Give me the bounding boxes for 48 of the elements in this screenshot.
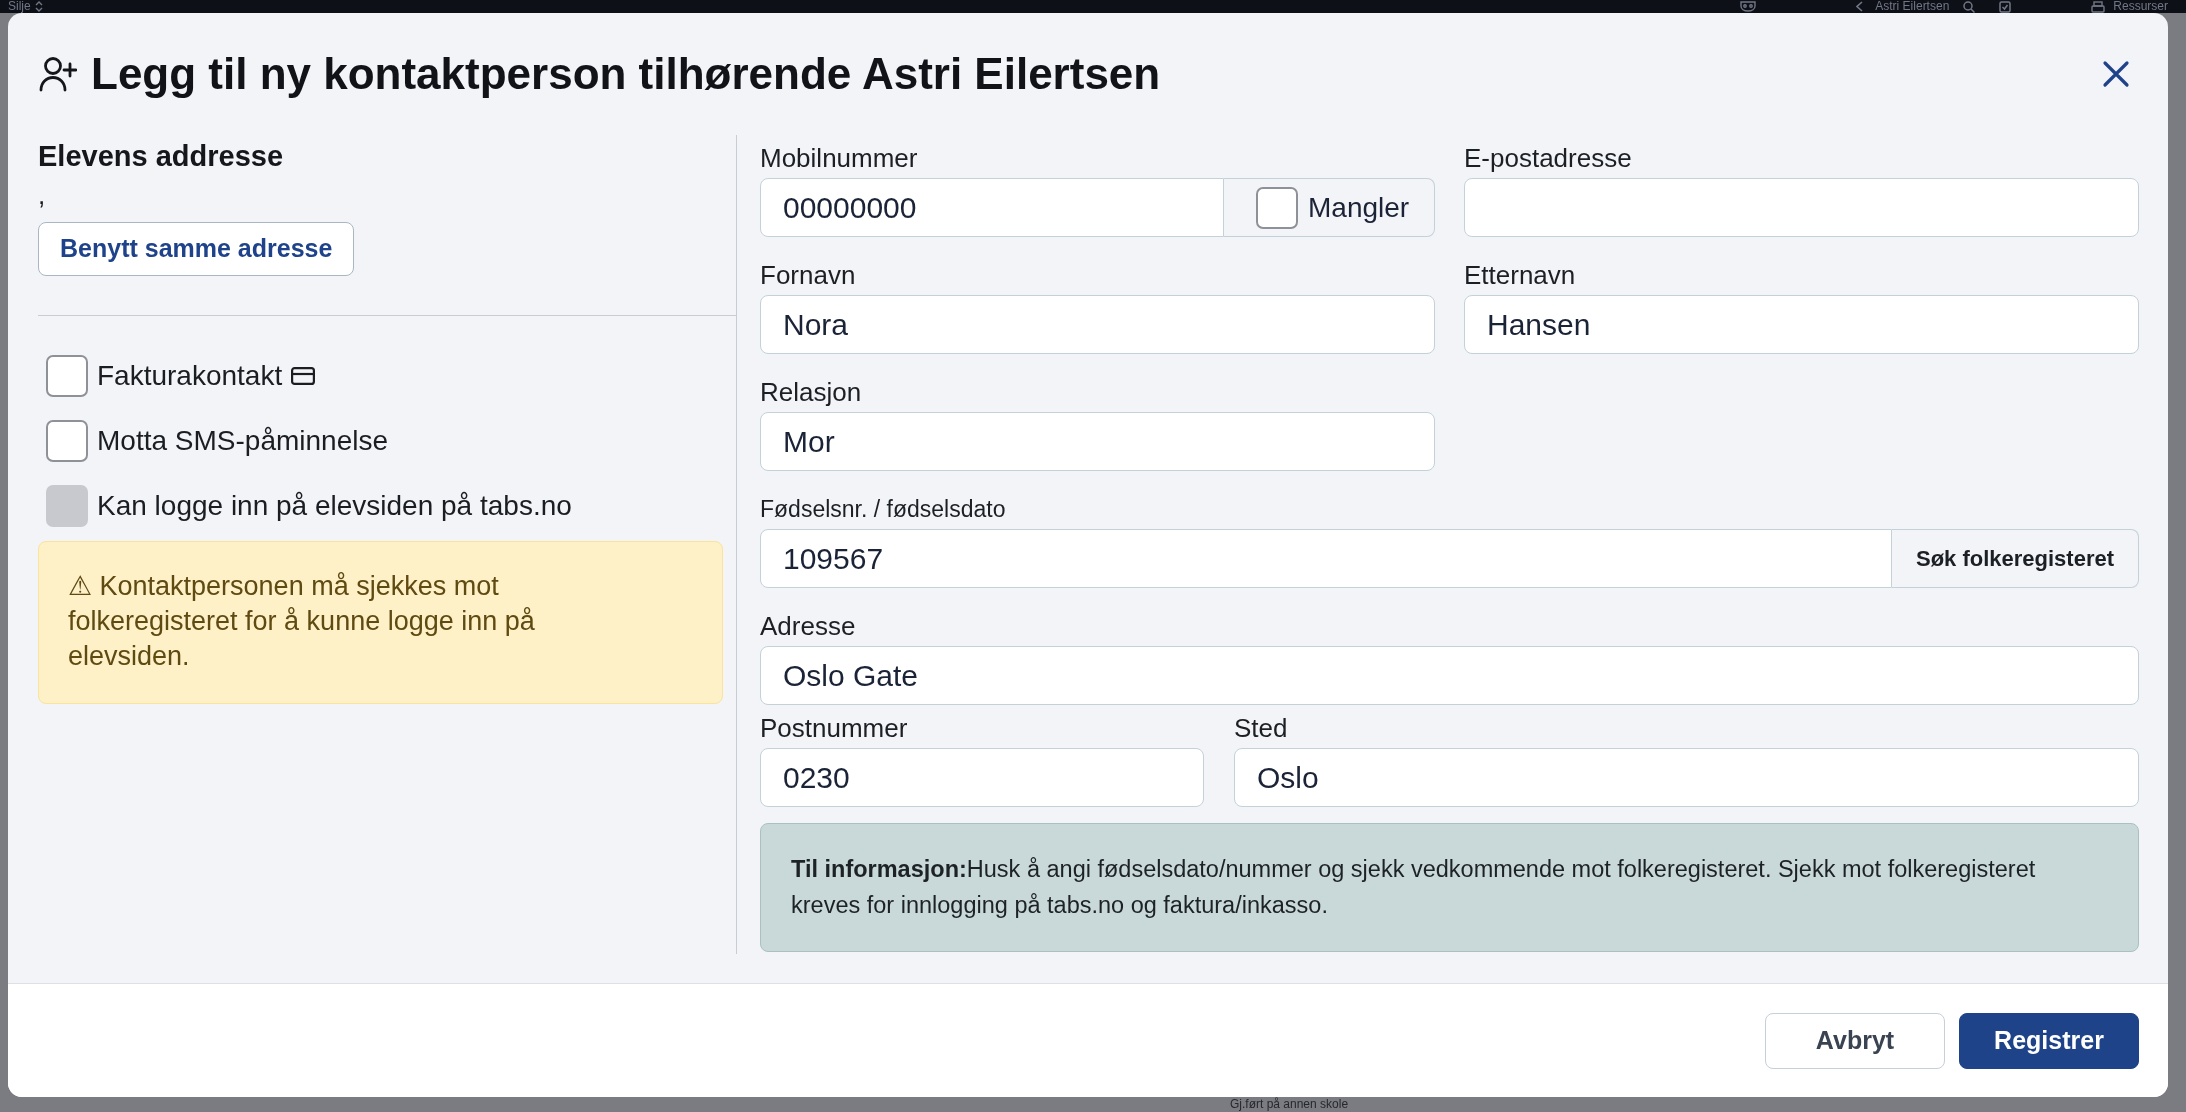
input-field[interactable]: Mor bbox=[760, 412, 1435, 471]
register-button[interactable]: Registrer bbox=[1959, 1012, 2139, 1069]
user-plus-icon bbox=[39, 56, 77, 92]
field-label: Mobilnummer bbox=[760, 142, 918, 174]
input-field[interactable]: Oslo Gate bbox=[760, 646, 2139, 705]
input-field[interactable] bbox=[1464, 178, 2139, 237]
field-label: Etternavn bbox=[1464, 259, 1576, 291]
close-icon bbox=[2102, 60, 2130, 88]
input-field[interactable]: Hansen bbox=[1464, 295, 2139, 354]
close-button[interactable] bbox=[2102, 60, 2130, 88]
resources-link[interactable]: Ressurser bbox=[2113, 0, 2168, 13]
dialog-title: Legg til ny kontaktperson tilhørende Astri Eilertsen bbox=[91, 48, 1161, 100]
input-field[interactable]: 0230 bbox=[760, 748, 1204, 807]
cancel-button[interactable]: Avbryt bbox=[1765, 1012, 1945, 1069]
field-label: Fornavn bbox=[760, 259, 856, 291]
input-field[interactable]: 109567 bbox=[760, 529, 1892, 588]
checkbox-label: Fakturakontakt bbox=[97, 359, 283, 393]
address-text: , bbox=[38, 180, 46, 210]
chevron-left-icon[interactable] bbox=[1856, 1, 1864, 12]
checkbox[interactable] bbox=[46, 355, 88, 397]
input-field[interactable]: 00000000 bbox=[760, 178, 1224, 237]
credit-card-icon bbox=[291, 367, 316, 385]
checkbox-label: Kan logge inn på elevsiden på tabs.no bbox=[97, 489, 572, 523]
student-name[interactable]: Astri Eilertsen bbox=[1875, 0, 1950, 13]
field-label: Sted bbox=[1234, 712, 1288, 744]
field-label: Relasjon bbox=[760, 376, 862, 408]
field-label: E-postadresse bbox=[1464, 142, 1632, 174]
field-label: Postnummer bbox=[760, 712, 908, 744]
search-registry-button[interactable]: Søk folkeregisteret bbox=[1892, 529, 2139, 588]
info-text: Til informasjon:Husk å angi fødselsdato/nummer og sjekk vedkommende mot folkeregisteret. Sjekk mot folkeregisteret kreves for innlogging på tabs.no og faktura/inkasso. bbox=[791, 855, 2037, 920]
field-label: Adresse bbox=[760, 610, 856, 642]
field-label: Fødselsnr. / fødselsdato bbox=[760, 495, 1006, 524]
checkbox-label: Motta SMS-påminnelse bbox=[97, 424, 388, 458]
checkbox[interactable] bbox=[1256, 186, 1298, 229]
input-field[interactable]: Oslo bbox=[1234, 748, 2139, 807]
user-menu[interactable]: Silje bbox=[8, 0, 31, 13]
mask-icon[interactable] bbox=[1740, 1, 1757, 12]
list-item-text: Gj.ført på annen skole bbox=[1230, 1097, 1349, 1112]
use-same-address-button[interactable]: Benytt samme adresse bbox=[38, 222, 355, 276]
check-square-icon[interactable] bbox=[1999, 0, 2012, 13]
chevron-updown-icon bbox=[34, 1, 43, 12]
printer-icon[interactable] bbox=[2091, 0, 2106, 13]
section-heading: Elevens addresse bbox=[38, 139, 284, 174]
search-icon[interactable] bbox=[1963, 0, 1976, 13]
checkbox[interactable] bbox=[46, 420, 88, 462]
checkbox-label: Mangler bbox=[1308, 190, 1410, 225]
input-field[interactable]: Nora bbox=[760, 295, 1435, 354]
warning-text: ⚠ Kontaktpersonen må sjekkes mot folkeregisteret for å kunne logge inn på elevsiden. bbox=[68, 570, 536, 673]
